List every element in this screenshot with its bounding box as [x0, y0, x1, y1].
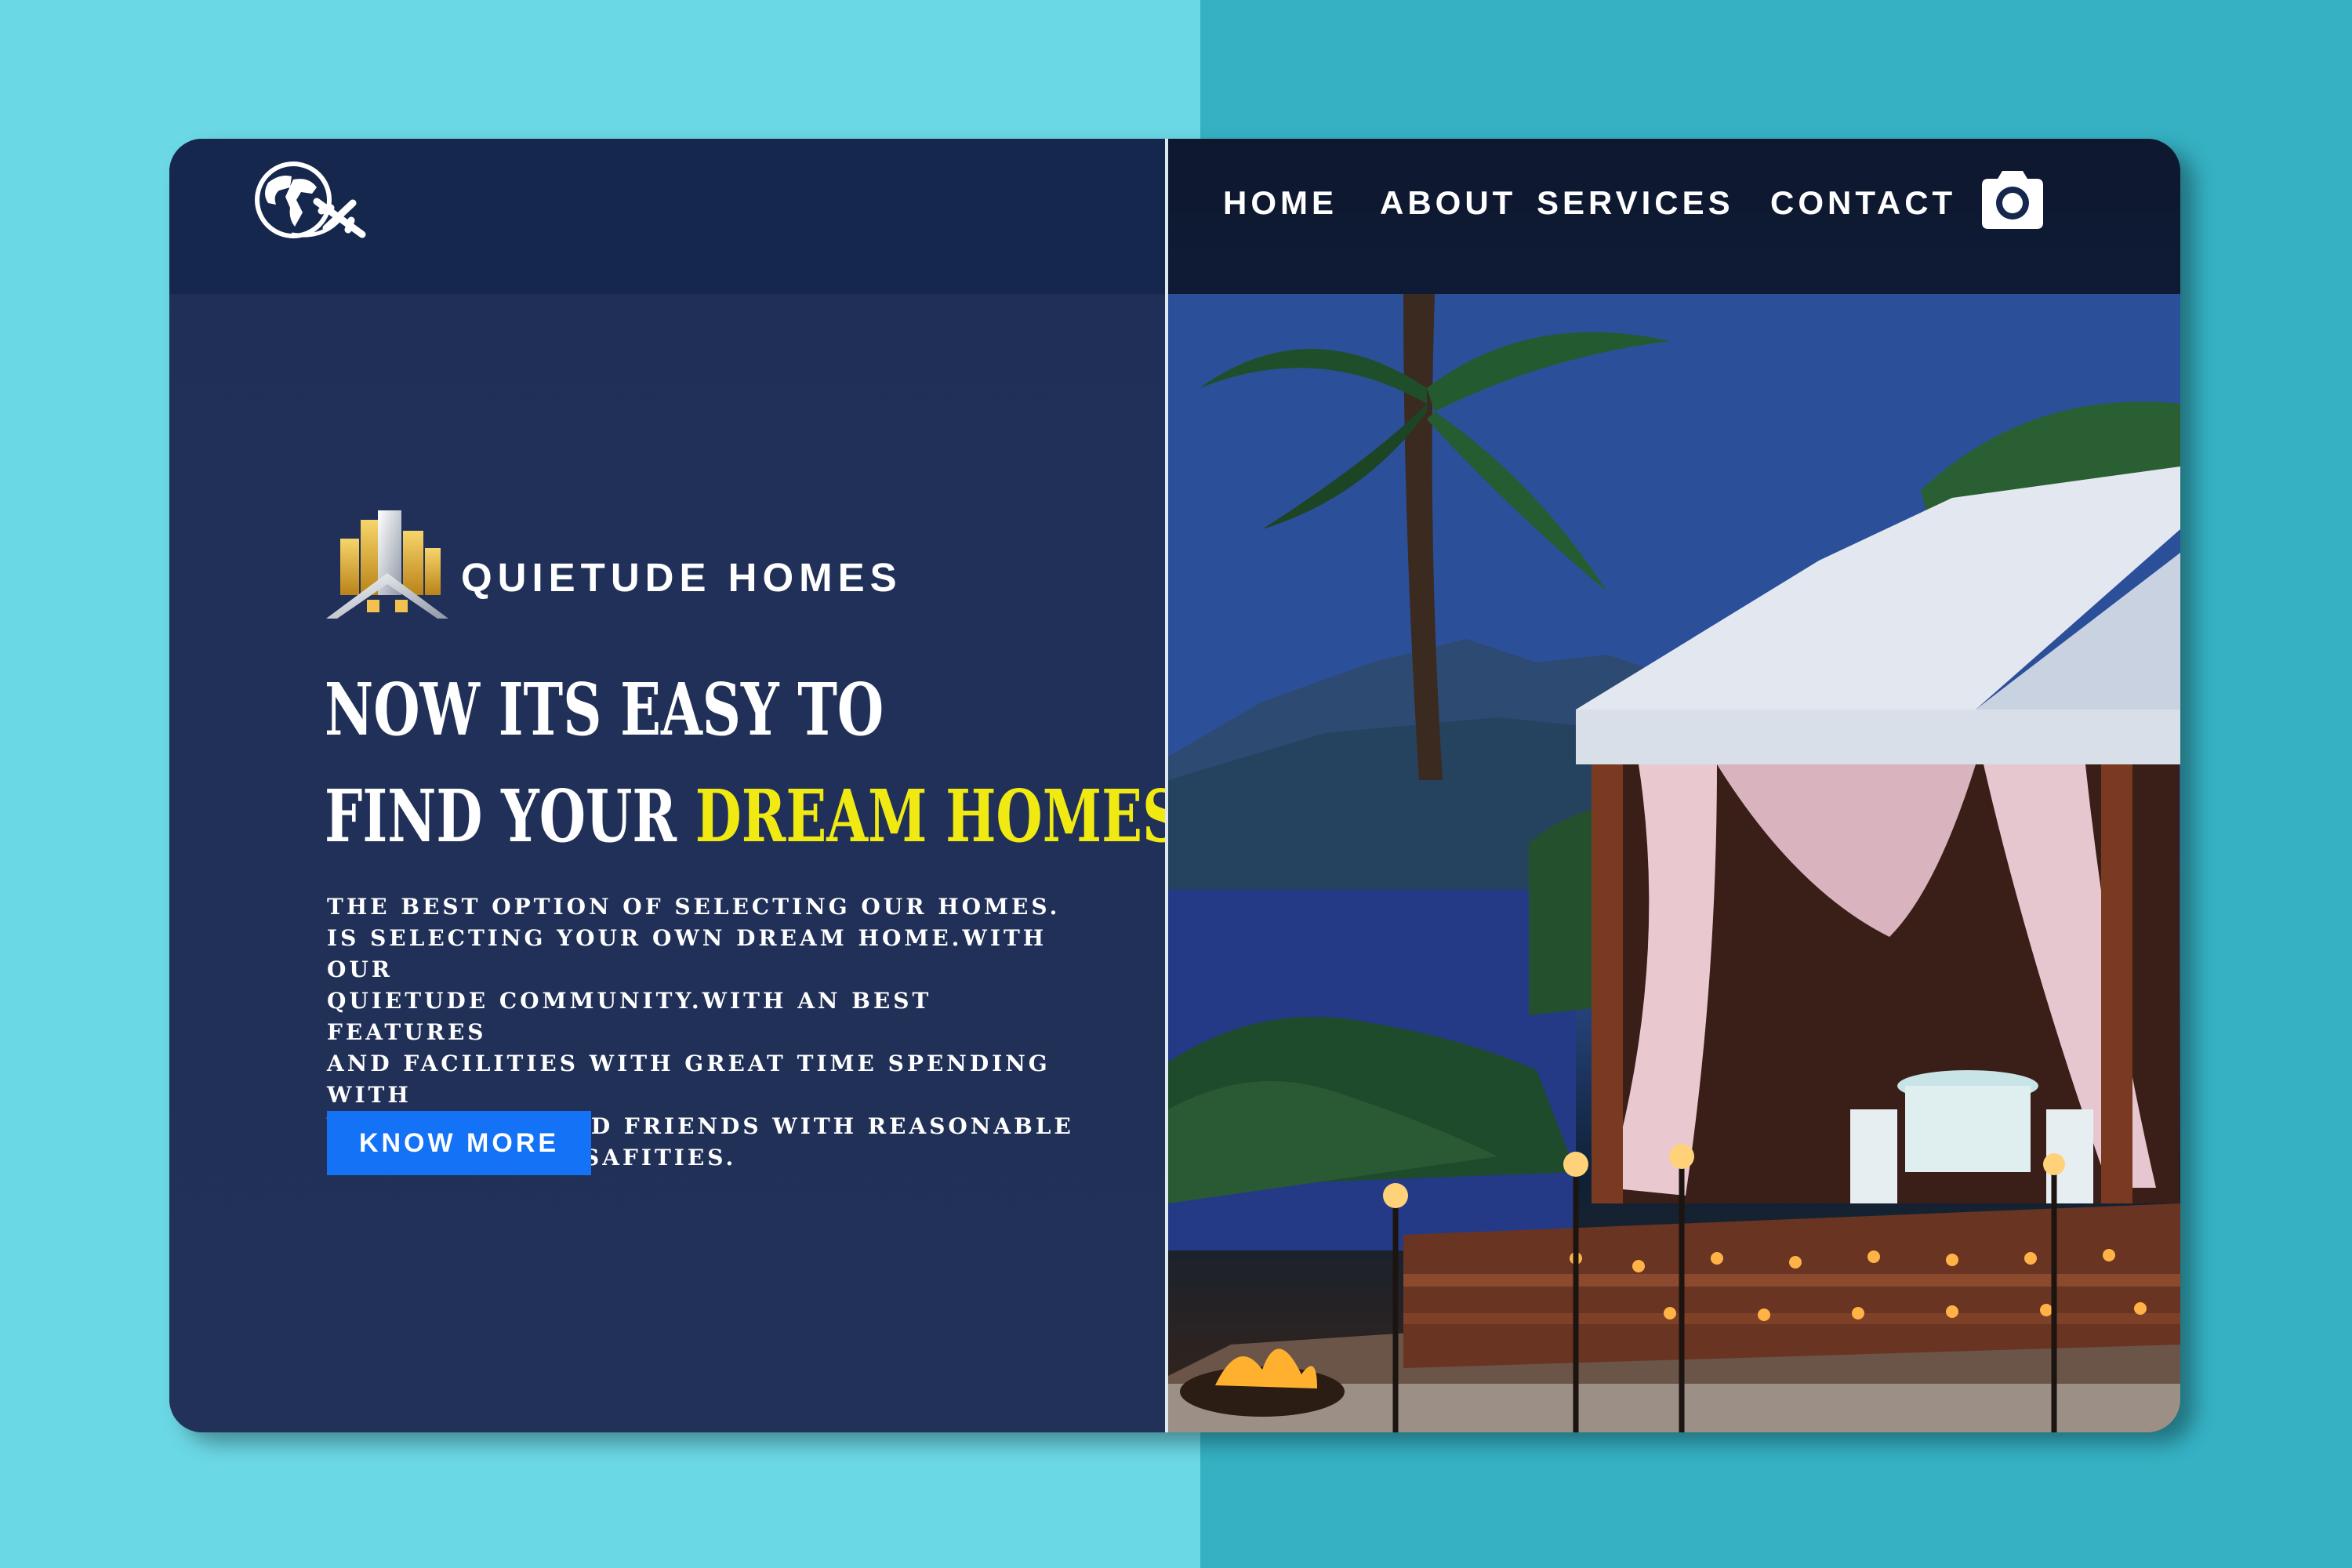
- beach-cabana-photo: [1168, 294, 2180, 1432]
- description-line: THE BEST OPTION OF SELECTING OUR HOMES.: [327, 894, 1061, 920]
- camera-icon[interactable]: [1976, 168, 2049, 234]
- hero-panel: QUIETUDE HOMES NOW ITS EASY TO FIND YOUR…: [169, 139, 1181, 1432]
- nav-contact[interactable]: CONTACT: [1770, 184, 1956, 222]
- brand-name: QUIETUDE HOMES: [461, 555, 902, 600]
- nav-services[interactable]: SERVICES: [1537, 184, 1734, 222]
- description-line: QUIETUDE COMMUNITY.WITH AN BEST FEATURES: [327, 988, 932, 1045]
- nav-about[interactable]: ABOUT: [1380, 184, 1516, 222]
- description-line: AND FACILITIES WITH GREAT TIME SPENDING …: [327, 1051, 1051, 1108]
- globe-airplane-icon[interactable]: [245, 153, 370, 247]
- headline-line-2: FIND YOUR DREAM HOMES: [325, 780, 1181, 852]
- nav-home[interactable]: HOME: [1223, 184, 1338, 222]
- headline-highlight: DREAM HOMES: [695, 774, 1181, 858]
- landing-card: QUIETUDE HOMES NOW ITS EASY TO FIND YOUR…: [169, 139, 2180, 1432]
- headline-prefix: FIND YOUR: [325, 774, 677, 858]
- buildings-house-icon: [326, 510, 448, 619]
- description-line: IS SELECTING YOUR OWN DREAM HOME.WITH OU…: [327, 925, 1047, 982]
- know-more-button[interactable]: KNOW MORE: [327, 1111, 591, 1175]
- hero-image-panel: HOME ABOUT SERVICES CONTACT: [1168, 139, 2180, 1432]
- headline-line-1: NOW ITS EASY TO: [325, 667, 884, 752]
